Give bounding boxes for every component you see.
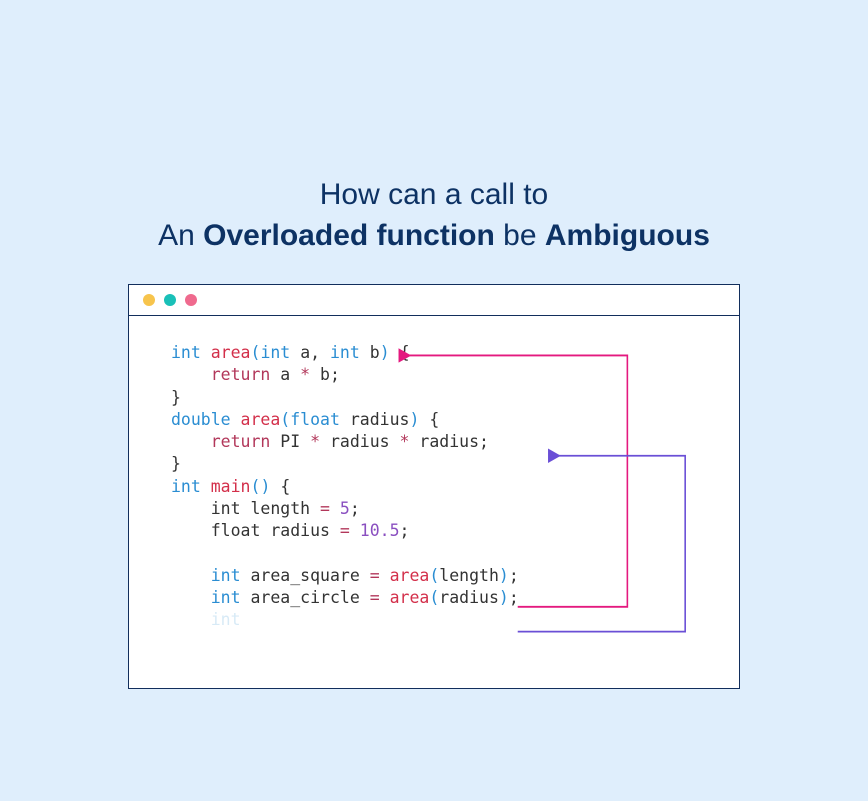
window-titlebar (129, 285, 739, 316)
code-line-12: int area_circle = area(radius); (171, 588, 519, 607)
traffic-light-teal-icon (164, 294, 176, 306)
code-line-6: } (171, 454, 181, 473)
code-line-9: float radius = 10.5; (171, 521, 409, 540)
title-line-1: How can a call to (158, 175, 710, 216)
code-line-11: int area_square = area(length); (171, 566, 519, 585)
code-window: int area(int a, int b) { return a * b; }… (128, 284, 740, 689)
code-line-8: int length = 5; (171, 499, 360, 518)
traffic-light-pink-icon (185, 294, 197, 306)
code-body: int area(int a, int b) { return a * b; }… (129, 316, 739, 688)
code-line-5: return PI * radius * radius; (171, 432, 489, 451)
arrow-purple (518, 456, 685, 632)
code-line-7: int main() { (171, 477, 290, 496)
code-line-1: int area(int a, int b) { (171, 343, 410, 362)
code-line-2: return a * b; (171, 365, 340, 384)
code-line-3: } (171, 388, 181, 407)
code-line-faded: int (171, 610, 241, 629)
diagram-title: How can a call to An Overloaded function… (158, 175, 710, 256)
traffic-light-yellow-icon (143, 294, 155, 306)
code-line-4: double area(float radius) { (171, 410, 439, 429)
title-line-2: An Overloaded function be Ambiguous (158, 216, 710, 257)
